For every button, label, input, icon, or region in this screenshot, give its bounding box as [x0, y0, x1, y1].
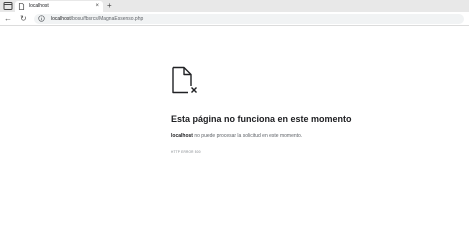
info-icon[interactable] — [38, 15, 45, 22]
error-title: Esta página no funciona en este momento — [171, 114, 352, 124]
error-host: localhost — [171, 133, 193, 139]
page-favicon-icon — [18, 3, 25, 10]
tab-strip: localhost × + — [0, 0, 469, 12]
tab-title: localhost — [29, 3, 49, 9]
tab-close-button[interactable]: × — [95, 2, 99, 10]
url-text[interactable]: localhost/bosu/fbsrcs/MagnaEssenso.php — [51, 15, 143, 23]
url-host: localhost — [51, 16, 71, 22]
reload-button[interactable]: ↻ — [20, 13, 27, 24]
error-description: localhost no puede procesar la solicitud… — [171, 133, 302, 140]
broken-document-icon — [172, 66, 197, 94]
error-message: no puede procesar la solicitud en este m… — [192, 133, 303, 139]
error-code: HTTP ERROR 500 — [171, 150, 201, 154]
url-path: /bosu/fbsrcs/MagnaEssenso.php — [70, 16, 144, 22]
browser-tab[interactable]: localhost × — [15, 1, 103, 12]
new-tab-button[interactable]: + — [107, 0, 112, 11]
browser-toolbar: ← ↻ localhost/bosu/fbsrcs/MagnaEssenso.p… — [0, 12, 469, 26]
back-button[interactable]: ← — [4, 13, 12, 24]
tab-actions-icon[interactable] — [3, 1, 13, 11]
address-bar[interactable]: localhost/bosu/fbsrcs/MagnaEssenso.php — [34, 14, 464, 24]
